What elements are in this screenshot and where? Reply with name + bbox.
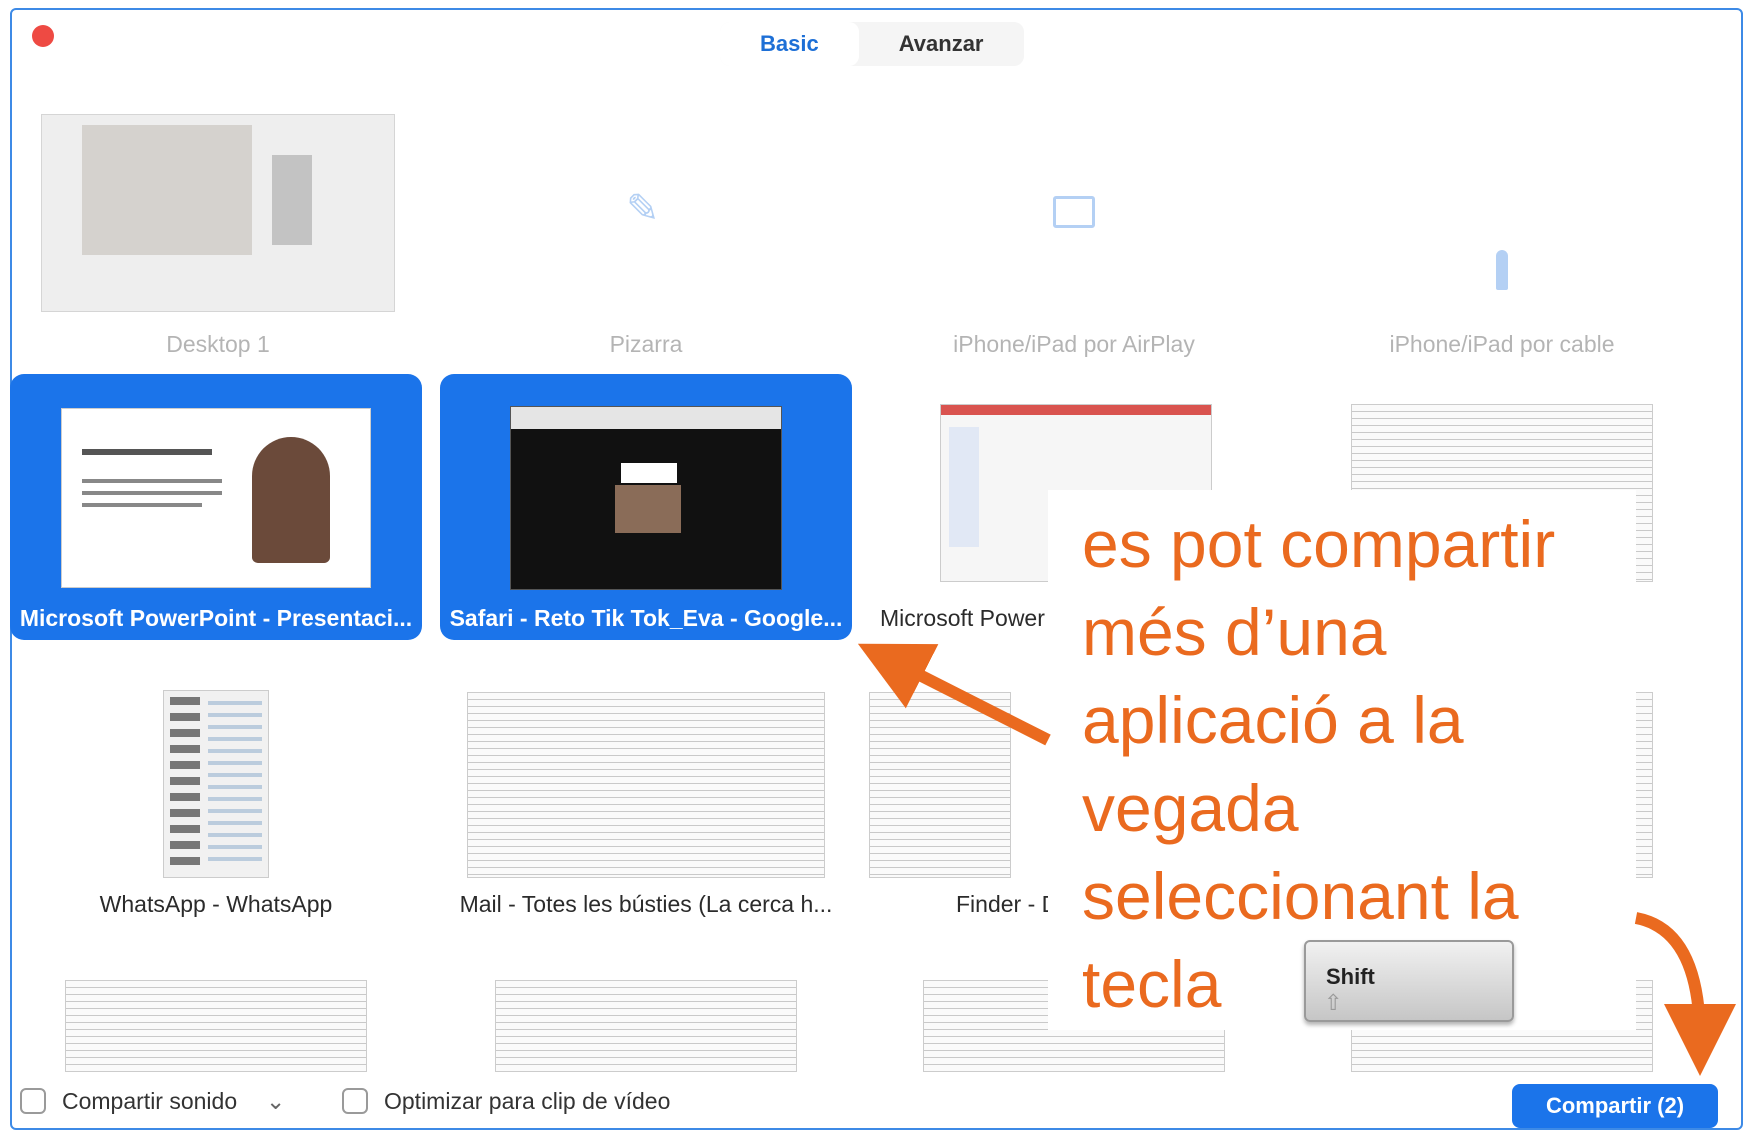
share-sound-label: Compartir sonido [62,1088,238,1114]
share-sound-chevron-icon[interactable]: ⌄ [266,1088,285,1115]
arrow-to-selection [857,643,1051,746]
share-button[interactable]: Compartir (2) [1512,1084,1718,1128]
optimize-video-label: Optimizar para clip de vídeo [384,1088,671,1114]
share-sound-checkbox[interactable] [20,1088,46,1114]
arrow-to-share-button [1634,912,1736,1076]
annotation-arrows [857,643,1736,1076]
optimize-video-checkbox[interactable] [342,1088,368,1114]
